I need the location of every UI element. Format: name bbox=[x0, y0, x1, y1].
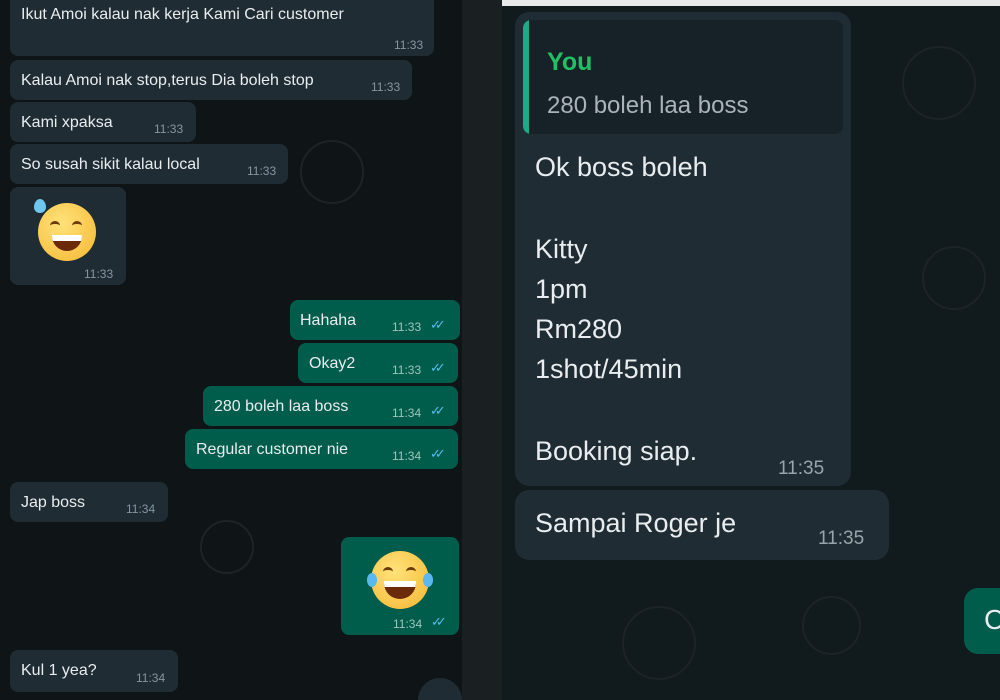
message-text: Kami xpaksa bbox=[21, 114, 113, 131]
wallpaper-doodle bbox=[200, 520, 254, 574]
message-bubble-outgoing[interactable]: Okay2 11:33 ✓✓ bbox=[298, 343, 458, 383]
message-text: 280 boleh laa boss bbox=[214, 398, 349, 415]
tears-of-joy-emoji bbox=[367, 551, 433, 609]
message-time: 11:33 bbox=[392, 363, 422, 377]
message-time: 11:34 bbox=[126, 502, 156, 516]
message-time: 11:34 bbox=[136, 671, 166, 685]
message-time: 11:33 bbox=[247, 164, 277, 178]
message-bubble-outgoing[interactable]: 280 boleh laa boss 11:34 ✓✓ bbox=[203, 386, 458, 426]
message-time: 11:33 bbox=[84, 267, 114, 281]
read-receipt-icon: ✓✓ bbox=[431, 614, 447, 629]
message-bubble-outgoing-partial[interactable]: C bbox=[964, 588, 1000, 654]
scroll-down-button[interactable] bbox=[418, 678, 462, 700]
message-time: 11:33 bbox=[394, 38, 424, 52]
message-text: Okay2 bbox=[309, 355, 356, 372]
reply-line: 1pm bbox=[535, 274, 588, 304]
message-bubble-incoming[interactable]: Kul 1 yea? 11:34 bbox=[10, 650, 178, 692]
message-time: 11:35 bbox=[818, 528, 865, 549]
wallpaper-doodle bbox=[300, 140, 364, 204]
message-text: C bbox=[984, 604, 1000, 635]
message-bubble-incoming[interactable]: Jap boss 11:34 bbox=[10, 482, 168, 522]
message-text: Kalau Amoi nak stop,terus Dia boleh stop bbox=[21, 72, 314, 89]
emoji-message-incoming[interactable]: 11:33 bbox=[10, 187, 126, 285]
reply-line: Rm280 bbox=[535, 314, 623, 344]
reply-message-bubble[interactable]: You 280 boleh laa boss Ok boss boleh Kit… bbox=[515, 12, 851, 486]
message-text: Sampai Roger je bbox=[535, 508, 737, 538]
message-time: 11:34 bbox=[393, 617, 423, 631]
quoted-message[interactable]: You 280 boleh laa boss bbox=[523, 20, 843, 134]
message-time: 11:33 bbox=[392, 320, 422, 334]
wallpaper-doodle bbox=[622, 606, 696, 680]
quote-text: 280 boleh laa boss bbox=[547, 92, 749, 119]
message-bubble-incoming[interactable]: Kami xpaksa 11:33 bbox=[10, 102, 196, 142]
quote-author: You bbox=[547, 48, 593, 76]
read-receipt-icon: ✓✓ bbox=[430, 446, 446, 461]
message-text: Ikut Amoi kalau nak kerja Kami Cari cust… bbox=[21, 6, 344, 23]
wallpaper-doodle bbox=[922, 246, 986, 310]
message-time: 11:34 bbox=[392, 449, 422, 463]
reply-line: Ok boss boleh bbox=[535, 152, 708, 182]
sweat-smile-emoji bbox=[34, 199, 96, 261]
message-time: 11:34 bbox=[392, 406, 422, 420]
left-chat-panel: Ikut Amoi kalau nak kerja Kami Cari cust… bbox=[0, 0, 462, 700]
message-bubble-incoming[interactable]: So susah sikit kalau local 11:33 bbox=[10, 144, 288, 184]
wallpaper-doodle bbox=[802, 596, 861, 655]
read-receipt-icon: ✓✓ bbox=[430, 360, 446, 375]
message-text: Hahaha bbox=[300, 312, 357, 329]
read-receipt-icon: ✓✓ bbox=[430, 317, 446, 332]
message-bubble-outgoing[interactable]: Hahaha 11:33 ✓✓ bbox=[290, 300, 460, 340]
right-chat-panel: You 280 boleh laa boss Ok boss boleh Kit… bbox=[502, 6, 1000, 700]
message-time: 11:33 bbox=[154, 122, 184, 136]
message-time: 11:33 bbox=[371, 80, 401, 94]
message-text: Kul 1 yea? bbox=[21, 662, 97, 679]
message-text: Regular customer nie bbox=[196, 441, 349, 458]
message-bubble-incoming[interactable]: Sampai Roger je 11:35 bbox=[515, 490, 889, 560]
panel-divider bbox=[462, 0, 502, 700]
message-time: 11:35 bbox=[778, 458, 825, 479]
emoji-message-outgoing[interactable]: 11:34 ✓✓ bbox=[341, 537, 459, 635]
message-bubble-incoming[interactable]: Ikut Amoi kalau nak kerja Kami Cari cust… bbox=[10, 0, 434, 56]
reply-line: 1shot/45min bbox=[535, 354, 683, 384]
reply-line: Booking siap. bbox=[535, 436, 698, 466]
message-bubble-incoming[interactable]: Kalau Amoi nak stop,terus Dia boleh stop… bbox=[10, 60, 412, 100]
quote-accent-bar bbox=[523, 20, 529, 134]
reply-line: Kitty bbox=[535, 234, 588, 264]
wallpaper-doodle bbox=[902, 46, 976, 120]
message-text: So susah sikit kalau local bbox=[21, 156, 200, 173]
read-receipt-icon: ✓✓ bbox=[430, 403, 446, 418]
message-bubble-outgoing[interactable]: Regular customer nie 11:34 ✓✓ bbox=[185, 429, 458, 469]
message-text: Jap boss bbox=[21, 494, 86, 511]
